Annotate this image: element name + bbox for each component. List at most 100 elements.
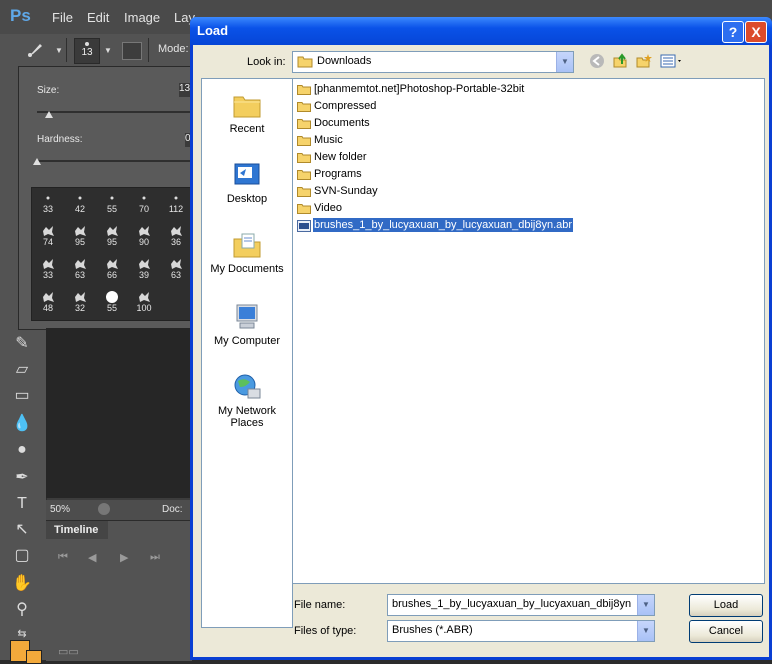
dodge-tool-icon[interactable]: ● [10,438,34,462]
previous-frame-icon[interactable]: ◀ [88,551,96,564]
help-button[interactable]: ? [722,21,744,43]
dialog-body: Look in: Downloads ▼ Recent Desktop My D… [193,45,769,657]
brush-tip-size: 100 [136,303,152,313]
place-recent-label: Recent [229,123,265,135]
folder-icon [297,186,311,197]
size-slider-track[interactable] [37,111,197,113]
brush-tip[interactable]: 36 [160,224,192,249]
back-icon[interactable] [588,53,606,71]
type-tool-icon[interactable]: T [10,492,34,516]
brush-tip[interactable]: 100 [128,290,160,315]
brush-tip[interactable]: 63 [160,257,192,282]
look-in-dropdown[interactable]: Downloads ▼ [292,51,574,73]
rectangle-tool-icon[interactable]: ▢ [10,544,34,568]
brush-tip[interactable]: 95 [96,224,128,249]
brush-tip-size: 95 [106,237,117,247]
files-of-type-dropdown[interactable]: Brushes (*.ABR) ▼ [387,620,655,642]
zoom-level[interactable]: 50% [50,504,70,515]
size-label: Size: [37,85,60,96]
up-one-level-icon[interactable] [611,53,629,71]
place-recent[interactable]: Recent [202,91,292,135]
cancel-button[interactable]: Cancel [689,620,763,643]
brush-tip[interactable]: 74 [32,224,64,249]
folder-item[interactable]: Compressed [297,100,377,117]
tool-preset-chevron-icon[interactable]: ▼ [55,46,63,55]
folder-item[interactable]: New folder [297,151,368,168]
menu-image[interactable]: Image [124,10,160,25]
brush-tip-icon [169,225,183,237]
background-color-swatch[interactable] [26,650,42,664]
brush-tip[interactable]: 42 [64,191,96,216]
folder-icon [297,118,311,129]
hand-tool-icon[interactable]: ✋ [10,572,34,596]
brush-tip-icon [169,192,183,204]
brush-panel-toggle-icon[interactable] [122,42,142,60]
brush-tip-size: 95 [74,237,85,247]
zoom-tool-icon[interactable]: ⚲ [10,598,34,622]
file-item-selected[interactable]: brushes_1_by_lucyaxuan_by_lucyaxuan_dbij… [297,217,575,236]
close-button[interactable]: X [745,21,767,43]
menu-file[interactable]: File [52,10,73,25]
status-bar: 50% Doc: [46,500,192,520]
look-in-chevron-down-icon[interactable]: ▼ [556,52,573,72]
folder-icon [297,169,311,180]
brush-picker-chevron-icon[interactable]: ▼ [104,46,112,55]
folder-item[interactable]: Video [297,202,343,219]
brush-tip[interactable]: 63 [64,257,96,282]
brush-tip-size: 74 [42,237,53,247]
files-of-type-chevron-down-icon[interactable]: ▼ [637,621,654,641]
first-frame-icon[interactable]: ⏮ [58,551,68,564]
place-my-computer[interactable]: My Computer [202,303,292,347]
place-desktop[interactable]: Desktop [202,161,292,205]
brush-tip-size: 39 [138,270,149,280]
timeline-options-icon[interactable]: ▭▭ [58,645,79,658]
hardness-slider-track[interactable] [37,160,197,162]
brush-tip-icon [105,192,119,204]
look-in-value: Downloads [317,55,372,67]
brush-tip[interactable]: 33 [32,191,64,216]
dialog-titlebar[interactable]: Load ? X [190,17,772,45]
path-selection-tool-icon[interactable]: ↖ [10,518,34,542]
play-icon[interactable]: ▶ [120,551,128,564]
place-my-network[interactable]: My Network Places [202,373,292,429]
new-folder-icon[interactable] [635,53,653,71]
pen-tool-icon[interactable]: ✒ [10,466,34,490]
view-menu-icon[interactable] [659,53,685,71]
folder-item[interactable]: [phanmemtot.net]Photoshop-Portable-32bit [297,83,525,100]
place-my-documents-label: My Documents [210,263,284,275]
folder-item[interactable]: SVN-Sunday [297,185,379,202]
eraser-tool-icon[interactable]: ▱ [10,358,34,382]
brush-tip[interactable]: 90 [128,224,160,249]
file-name-text: Programs [314,168,362,181]
blur-tool-icon[interactable]: 💧 [10,412,34,436]
brush-tip[interactable]: 55 [96,290,128,315]
brush-tip[interactable]: 112 [160,191,192,216]
document-canvas[interactable] [46,328,192,498]
brush-tip[interactable]: 70 [128,191,160,216]
folder-item[interactable]: Music [297,134,344,151]
place-my-documents[interactable]: My Documents [202,231,292,275]
my-network-places-icon [234,374,261,399]
timeline-tab[interactable]: Timeline [46,521,108,539]
file-name-input[interactable]: brushes_1_by_lucyaxuan_by_lucyaxuan_dbij… [387,594,655,616]
file-list[interactable]: [phanmemtot.net]Photoshop-Portable-32bit… [292,78,765,584]
next-frame-icon[interactable]: ⏭ [150,551,160,564]
brush-preset-picker[interactable]: 13 [74,38,100,64]
gradient-tool-icon[interactable]: ▭ [10,384,34,408]
folder-item[interactable]: Documents [297,117,371,134]
brush-tip[interactable]: 95 [64,224,96,249]
brush-tip[interactable]: 39 [128,257,160,282]
brush-tip[interactable]: 32 [64,290,96,315]
menu-edit[interactable]: Edit [87,10,109,25]
brush-tip[interactable]: 33 [32,257,64,282]
brush-tip[interactable]: 48 [32,290,64,315]
folder-item[interactable]: Programs [297,168,363,185]
info-icon[interactable] [98,503,110,515]
brush-tip[interactable]: 66 [96,257,128,282]
brush-tip[interactable]: 55 [96,191,128,216]
file-name-chevron-down-icon[interactable]: ▼ [637,595,654,615]
brush-tool-icon[interactable] [26,41,44,59]
load-button[interactable]: Load [689,594,763,617]
brush-tip-icon [169,258,183,270]
history-brush-tool-icon[interactable]: ✎ [10,332,34,356]
